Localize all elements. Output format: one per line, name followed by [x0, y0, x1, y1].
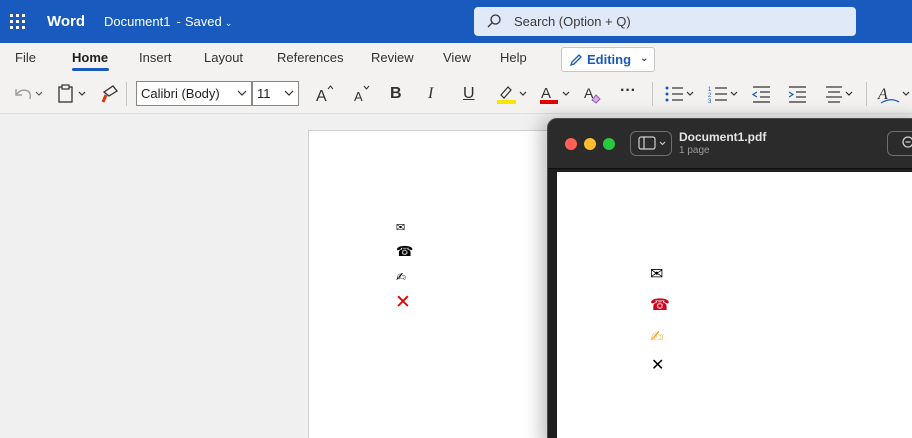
highlight-color-icon[interactable] — [496, 83, 530, 105]
undo-icon[interactable] — [12, 83, 42, 105]
home-toolbar: Calibri (Body) 11 A A B I U A A ··· 123 … — [0, 75, 912, 114]
font-size-select[interactable]: 11 — [252, 81, 299, 106]
shrink-font-icon[interactable]: A — [353, 83, 373, 105]
numbering-icon[interactable]: 123 — [708, 83, 744, 105]
document-name: Document1 — [104, 14, 171, 29]
underline-button[interactable]: U — [463, 85, 475, 107]
sidebar-icon — [638, 136, 666, 150]
editing-mode-label: Editing — [587, 52, 632, 67]
svg-text:A: A — [354, 89, 363, 104]
svg-text:A: A — [316, 88, 327, 105]
paste-icon[interactable] — [57, 83, 89, 105]
app-name[interactable]: Word — [47, 13, 85, 30]
pdf-preview-window[interactable]: Document1.pdf 1 page ✉ ☎ ✍ ✕ — [547, 118, 912, 438]
zoom-button[interactable] — [887, 131, 912, 156]
font-name-value: Calibri (Body) — [141, 86, 220, 101]
close-window-button[interactable] — [565, 138, 577, 150]
save-status: Saved — [184, 14, 222, 29]
telephone-icon: ☎ — [650, 297, 670, 314]
tab-review[interactable]: Review — [371, 50, 414, 65]
svg-text:3: 3 — [708, 99, 712, 105]
writing-hand-icon: ✍ — [650, 329, 664, 346]
minimize-window-button[interactable] — [584, 138, 596, 150]
pencil-icon — [569, 54, 582, 67]
writing-hand-icon: ✍ — [396, 270, 407, 284]
clear-formatting-icon[interactable]: A — [583, 83, 603, 105]
pdf-page: ✉ ☎ ✍ ✕ — [557, 172, 912, 438]
tab-file[interactable]: File — [15, 50, 36, 65]
document-page[interactable]: ✉ ☎ ✍ ✕ — [308, 130, 568, 438]
active-tab-indicator — [72, 68, 109, 71]
chevron-down-icon: ⌄ — [224, 18, 233, 28]
tab-layout[interactable]: Layout — [204, 50, 243, 65]
title-separator: - — [176, 14, 181, 29]
more-options-icon[interactable]: ··· — [620, 82, 636, 104]
telephone-icon: ☎ — [396, 243, 414, 259]
chevron-down-icon — [237, 90, 247, 96]
cross-mark-icon: ✕ — [395, 292, 411, 313]
bullets-icon[interactable] — [664, 83, 700, 105]
envelope-icon: ✉ — [396, 222, 406, 234]
decrease-indent-icon[interactable] — [752, 83, 772, 105]
pdf-file-name: Document1.pdf — [679, 130, 767, 144]
italic-button[interactable]: I — [428, 85, 433, 107]
toolbar-divider — [866, 82, 867, 106]
align-icon[interactable] — [825, 83, 859, 105]
chevron-down-icon — [284, 90, 294, 96]
increase-indent-icon[interactable] — [788, 83, 808, 105]
tab-insert[interactable]: Insert — [139, 50, 172, 65]
font-name-select[interactable]: Calibri (Body) — [136, 81, 252, 106]
pdf-window-toolbar: Document1.pdf 1 page — [548, 119, 912, 169]
document-title[interactable]: Document1- Saved ⌄ — [104, 14, 232, 29]
svg-text:A: A — [541, 85, 551, 102]
tab-help[interactable]: Help — [500, 50, 527, 65]
cross-mark-icon: ✕ — [651, 357, 665, 374]
toolbar-divider — [652, 82, 653, 106]
editing-mode-button[interactable]: Editing ⌄ — [561, 47, 655, 72]
styles-icon[interactable]: A — [877, 83, 911, 105]
zoom-icon — [902, 136, 912, 148]
search-icon — [487, 14, 501, 28]
font-size-value: 11 — [257, 86, 271, 101]
search-box[interactable]: Search (Option + Q) — [474, 7, 856, 36]
ribbon-tabs: File Home Insert Layout References Revie… — [0, 43, 912, 74]
app-launcher-icon[interactable] — [10, 14, 25, 29]
grow-font-icon[interactable]: A — [315, 83, 335, 105]
tab-view[interactable]: View — [443, 50, 471, 65]
title-bar: Word Document1- Saved ⌄ Search (Option + Q… — [0, 0, 912, 43]
font-color-icon[interactable]: A — [539, 83, 573, 105]
tab-home[interactable]: Home — [72, 50, 108, 65]
tab-references[interactable]: References — [277, 50, 343, 65]
zoom-window-button[interactable] — [603, 138, 615, 150]
toolbar-divider — [126, 82, 127, 106]
chevron-down-icon: ⌄ — [640, 53, 649, 64]
envelope-icon: ✉ — [650, 266, 664, 283]
format-painter-icon[interactable] — [101, 83, 121, 105]
bold-button[interactable]: B — [390, 85, 402, 107]
pdf-page-count: 1 page — [679, 145, 710, 156]
sidebar-toggle-button[interactable] — [630, 131, 672, 156]
search-placeholder: Search (Option + Q) — [514, 14, 631, 29]
